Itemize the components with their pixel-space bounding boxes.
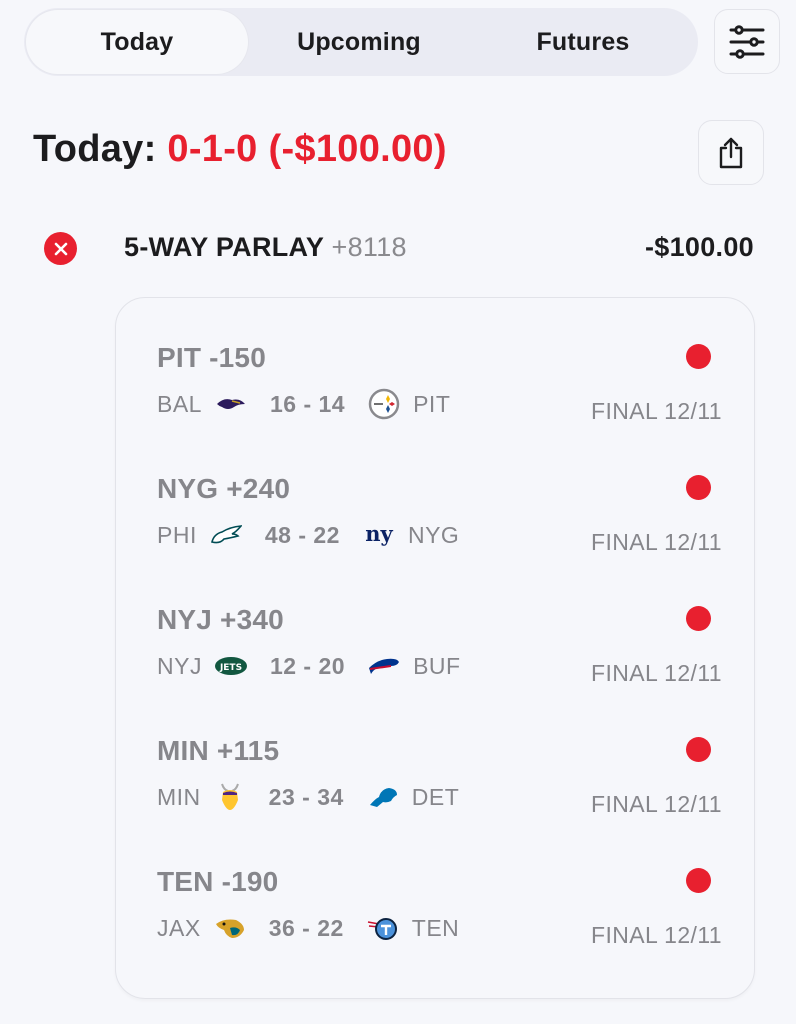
away-team: JAX (157, 914, 201, 941)
away-team: BAL (157, 390, 202, 417)
bet-type: 5-WAY PARLAY (124, 232, 324, 262)
svg-text:ny: ny (365, 522, 393, 546)
leg-pick: PIT -150 (157, 342, 266, 373)
loss-x-icon (44, 232, 77, 265)
leg-pick: TEN -190 (157, 866, 279, 897)
leg-pick: NYJ +340 (157, 604, 284, 635)
game-score: 48 - 22 (264, 521, 340, 548)
daily-summary: Today: 0-1-0 (-$100.00) (33, 128, 447, 171)
titans-logo-icon (366, 914, 400, 942)
leg-game: PHI 48 - 22 ny NYG (157, 521, 459, 549)
tab-today[interactable]: Today (26, 10, 248, 74)
game-score: 36 - 22 (268, 914, 344, 941)
share-icon (719, 137, 743, 168)
game-status: FINAL 12/11 (591, 660, 722, 686)
tab-futures[interactable]: Futures (470, 10, 696, 74)
giants-logo-icon: ny (362, 521, 396, 549)
parlay-leg: TEN -190 JAX 36 - 22 TEN FINAL 12/11 (116, 822, 756, 948)
parlay-leg: NYJ +340 NYJ JETS 12 - 20 BUF FINAL 12/1… (116, 560, 756, 686)
away-team: PHI (157, 521, 197, 548)
game-score: 16 - 14 (269, 390, 346, 417)
steelers-logo-icon (367, 388, 401, 420)
home-team: NYG (407, 521, 460, 548)
leg-game: BAL 16 - 14 PIT (157, 388, 451, 420)
lions-logo-icon (366, 783, 400, 811)
tab-upcoming[interactable]: Upcoming (248, 10, 470, 74)
bet-title: 5-WAY PARLAY +8118 (124, 232, 407, 263)
bet-amount: -$100.00 (645, 232, 754, 262)
vikings-logo-icon (213, 783, 247, 811)
leg-loss-indicator (686, 606, 711, 631)
away-team: MIN (157, 783, 201, 810)
game-status: FINAL 12/11 (591, 922, 722, 948)
game-status: FINAL 12/11 (591, 398, 722, 424)
game-score: 12 - 20 (269, 652, 346, 679)
game-score: 23 - 34 (268, 783, 344, 810)
summary-net: (-$100.00) (268, 128, 447, 170)
svg-text:JETS: JETS (219, 663, 242, 673)
away-team: NYJ (157, 652, 202, 679)
leg-loss-indicator (686, 737, 711, 762)
bet-odds: +8118 (331, 232, 407, 262)
leg-pick: MIN +115 (157, 735, 280, 766)
home-team: PIT (413, 390, 451, 417)
summary-label: Today: (33, 128, 157, 170)
bet-row[interactable]: 5-WAY PARLAY +8118 -$100.00 (0, 222, 796, 274)
home-team: BUF (413, 652, 461, 679)
bets-tab-bar: Today Upcoming Futures (24, 8, 698, 76)
bills-logo-icon (367, 652, 401, 680)
home-team: DET (411, 783, 460, 810)
leg-loss-indicator (686, 868, 711, 893)
leg-game: NYJ JETS 12 - 20 BUF (157, 652, 461, 680)
parlay-leg: NYG +240 PHI 48 - 22 ny NYG FINAL 12/11 (116, 429, 756, 555)
sliders-icon (729, 24, 765, 59)
leg-pick: NYG +240 (157, 473, 291, 504)
leg-game: JAX 36 - 22 TEN (157, 914, 459, 942)
filter-button[interactable] (714, 9, 780, 74)
home-team: TEN (411, 914, 460, 941)
eagles-logo-icon (209, 521, 243, 549)
jets-logo-icon: JETS (214, 652, 248, 680)
leg-game: MIN 23 - 34 DET (157, 783, 459, 811)
parlay-legs-card: PIT -150 BAL 16 - 14 PIT FINAL 12/11 NYG… (115, 297, 755, 999)
leg-loss-indicator (686, 475, 711, 500)
parlay-leg: MIN +115 MIN 23 - 34 DET FINAL 12/11 (116, 691, 756, 817)
jaguars-logo-icon (213, 914, 247, 942)
share-button[interactable] (698, 120, 764, 185)
game-status: FINAL 12/11 (591, 791, 722, 817)
parlay-leg: PIT -150 BAL 16 - 14 PIT FINAL 12/11 (116, 298, 756, 424)
ravens-logo-icon (214, 390, 248, 418)
game-status: FINAL 12/11 (591, 529, 722, 555)
summary-record: 0-1-0 (167, 128, 258, 170)
leg-loss-indicator (686, 344, 711, 369)
